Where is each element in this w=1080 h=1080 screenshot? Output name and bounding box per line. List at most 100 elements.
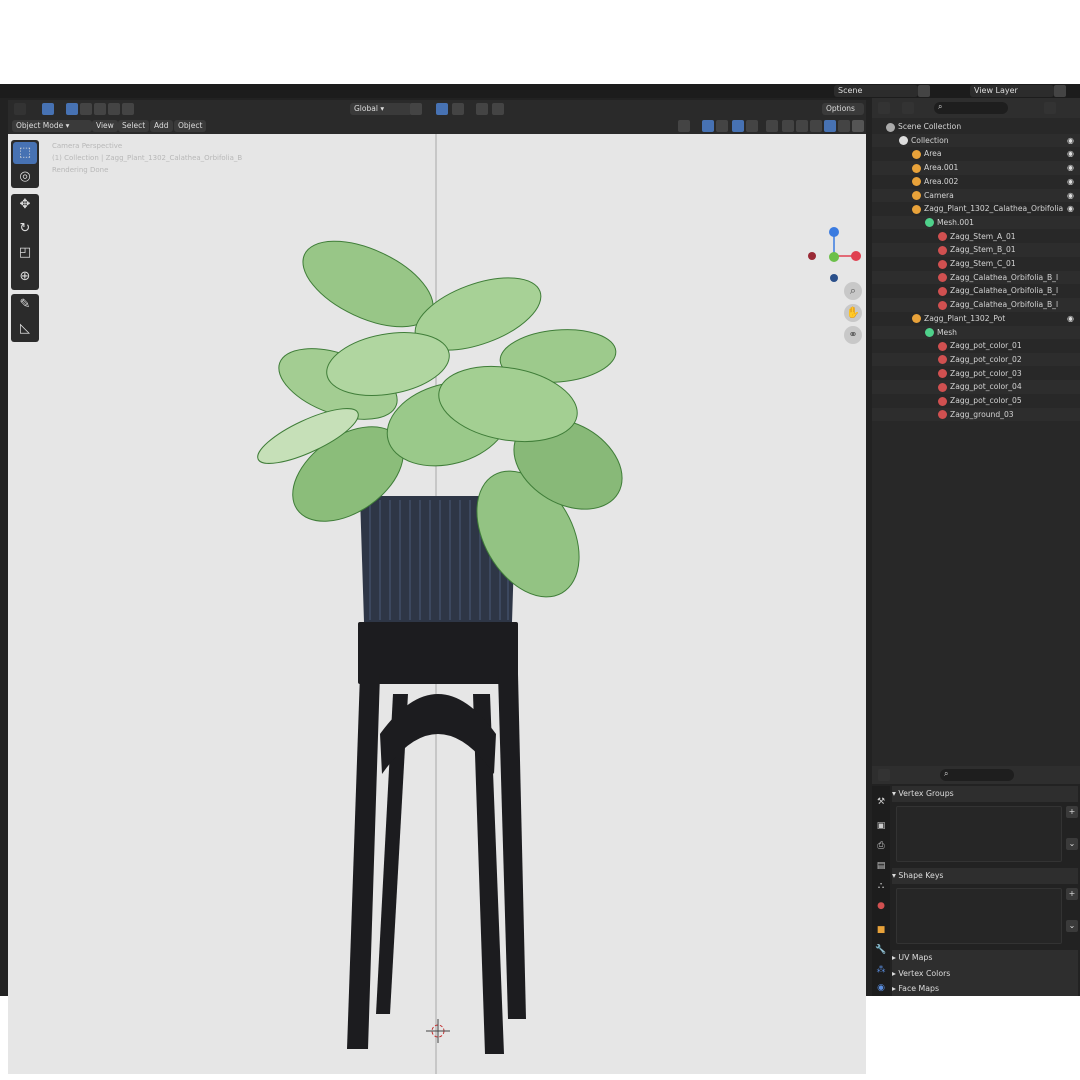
- outliner-row[interactable]: Collection ◉: [872, 133, 1080, 148]
- select-invert-icon[interactable]: [108, 103, 120, 115]
- outliner-row[interactable]: Zagg_pot_color_03: [872, 367, 1080, 381]
- shape-keys-panel-header[interactable]: ▾ Shape Keys: [892, 868, 1078, 884]
- menu-add[interactable]: Add: [150, 120, 173, 132]
- world-tab-icon[interactable]: ●: [875, 900, 887, 912]
- outliner-row[interactable]: Zagg_pot_color_04: [872, 380, 1080, 394]
- select-extend-icon[interactable]: [80, 103, 92, 115]
- outliner-row[interactable]: Area ◉: [872, 147, 1080, 161]
- render-tab-icon[interactable]: ▣: [875, 820, 887, 832]
- camera-view-icon[interactable]: ⚭: [844, 326, 862, 344]
- eye-visibility-icon[interactable]: ◉: [1067, 202, 1074, 216]
- shape-keys-list[interactable]: [896, 888, 1062, 944]
- outliner-row[interactable]: Zagg_ground_03: [872, 407, 1080, 422]
- solid-shading-icon[interactable]: [796, 120, 808, 132]
- render-image: [257, 134, 623, 1074]
- add-shape-key-icon[interactable]: +: [1066, 888, 1078, 900]
- material-shading-icon[interactable]: [810, 120, 822, 132]
- mode-dropdown[interactable]: Object Mode ▾: [12, 120, 92, 132]
- pause-render-icon[interactable]: [852, 120, 864, 132]
- shape-key-menu-icon[interactable]: ⌄: [1066, 920, 1078, 932]
- pivot-point-icon[interactable]: [410, 103, 422, 115]
- 3d-viewport[interactable]: Camera Perspective (1) Collection | Zagg…: [8, 134, 866, 1074]
- overlay-menu-icon[interactable]: [746, 120, 758, 132]
- gizmo-menu-icon[interactable]: [716, 120, 728, 132]
- editor-type-icon[interactable]: [14, 103, 26, 115]
- 3d-cursor-icon: [426, 1019, 450, 1043]
- snap-icon[interactable]: [436, 103, 448, 115]
- output-tab-icon[interactable]: ⎙: [875, 840, 887, 852]
- outliner-search-input[interactable]: ⌕: [934, 102, 1008, 114]
- wireframe-shading-icon[interactable]: [782, 120, 794, 132]
- vertex-group-menu-icon[interactable]: ⌄: [1066, 838, 1078, 850]
- menu-select[interactable]: Select: [118, 120, 150, 132]
- navigation-gizmo[interactable]: [804, 226, 864, 286]
- eye-visibility-icon[interactable]: ◉: [1067, 189, 1074, 203]
- overlay-toggle-icon[interactable]: [732, 120, 744, 132]
- eye-visibility-icon[interactable]: ◉: [1067, 134, 1074, 148]
- pan-hand-icon[interactable]: ✋: [844, 304, 862, 322]
- options-dropdown[interactable]: Options ▾: [822, 103, 864, 125]
- select-subtract-icon[interactable]: [94, 103, 106, 115]
- outliner-row[interactable]: Camera ◉: [872, 188, 1080, 203]
- properties-search-input[interactable]: ⌕: [940, 769, 1014, 781]
- particles-tab-icon[interactable]: ⁂: [875, 964, 887, 976]
- gizmo-toggle-icon[interactable]: [702, 120, 714, 132]
- vertex-groups-list[interactable]: [896, 806, 1062, 862]
- object-tab-icon[interactable]: ■: [875, 924, 887, 936]
- outliner-row[interactable]: Zagg_Plant_1302_Pot ◉: [872, 312, 1080, 326]
- select-box-icon[interactable]: [66, 103, 78, 115]
- menu-view[interactable]: View: [92, 120, 118, 132]
- zoom-icon[interactable]: ⌕: [844, 282, 862, 300]
- outliner-row[interactable]: Zagg_Calathea_Orbifolia_B_l: [872, 284, 1080, 298]
- visibility-icon[interactable]: [678, 120, 690, 132]
- outliner-row[interactable]: Zagg_Stem_A_01: [872, 230, 1080, 244]
- eye-visibility-icon[interactable]: ◉: [1067, 161, 1074, 175]
- tool-tab-icon[interactable]: ⚒: [875, 796, 887, 808]
- outliner-editor-type-icon[interactable]: [878, 102, 890, 114]
- filter-icon[interactable]: [1044, 102, 1056, 114]
- mesh-object-icon: [912, 204, 921, 214]
- select-intersect-icon[interactable]: [122, 103, 134, 115]
- modifier-tab-icon[interactable]: 🔧: [875, 944, 887, 956]
- vertex-groups-panel-header[interactable]: ▾ Vertex Groups: [892, 786, 1078, 802]
- display-mode-icon[interactable]: [902, 102, 914, 114]
- shading-menu-icon[interactable]: [838, 120, 850, 132]
- xray-icon[interactable]: [766, 120, 778, 132]
- outliner-row[interactable]: Mesh: [872, 325, 1080, 340]
- eye-visibility-icon[interactable]: ◉: [1067, 312, 1074, 326]
- proportional-falloff-icon[interactable]: [492, 103, 504, 115]
- outliner-row[interactable]: Zagg_Calathea_Orbifolia_B_l: [872, 298, 1080, 312]
- proportional-edit-icon[interactable]: [476, 103, 488, 115]
- eye-visibility-icon[interactable]: ◉: [1067, 147, 1074, 161]
- view-layer-selector[interactable]: View Layer: [970, 85, 1054, 97]
- outliner-row[interactable]: Zagg_pot_color_05: [872, 394, 1080, 408]
- uv-maps-panel-header[interactable]: ▸ UV Maps: [892, 950, 1078, 966]
- view-layer-tab-icon[interactable]: ▤: [875, 860, 887, 872]
- vertex-colors-panel-header[interactable]: ▸ Vertex Colors: [892, 966, 1078, 982]
- outliner-row[interactable]: Area.002 ◉: [872, 175, 1080, 189]
- outliner-row[interactable]: Zagg_pot_color_02: [872, 352, 1080, 367]
- outliner-row[interactable]: Zagg_Stem_C_01: [872, 257, 1080, 271]
- outliner-row[interactable]: Zagg_Plant_1302_Calathea_Orbifolia ◉: [872, 202, 1080, 216]
- uv-maps-label: UV Maps: [898, 953, 933, 962]
- transform-orientation-dropdown[interactable]: Global ▾: [350, 103, 412, 115]
- physics-tab-icon[interactable]: ◉: [875, 982, 887, 994]
- scene-selector[interactable]: Scene: [834, 85, 918, 97]
- snap-settings-icon[interactable]: [452, 103, 464, 115]
- face-maps-panel-header[interactable]: ▸ Face Maps: [892, 982, 1078, 996]
- outliner-row[interactable]: Area.001 ◉: [872, 161, 1080, 175]
- outliner-row[interactable]: Zagg_pot_color_01: [872, 339, 1080, 353]
- outliner-row[interactable]: Mesh.001: [872, 215, 1080, 230]
- rendered-shading-icon[interactable]: [824, 120, 836, 132]
- new-view-layer-icon[interactable]: [1054, 85, 1066, 97]
- add-vertex-group-icon[interactable]: +: [1066, 806, 1078, 818]
- properties-editor-type-icon[interactable]: [878, 769, 890, 781]
- scene-tab-icon[interactable]: ⛬: [875, 880, 887, 892]
- eye-visibility-icon[interactable]: ◉: [1067, 175, 1074, 189]
- select-mode-icon[interactable]: [42, 103, 54, 115]
- outliner-row[interactable]: Zagg_Calathea_Orbifolia_B_l: [872, 270, 1080, 285]
- new-scene-icon[interactable]: [918, 85, 930, 97]
- outliner-row[interactable]: Scene Collection: [872, 120, 1080, 134]
- menu-object[interactable]: Object: [174, 120, 207, 132]
- outliner-row[interactable]: Zagg_Stem_B_01: [872, 243, 1080, 257]
